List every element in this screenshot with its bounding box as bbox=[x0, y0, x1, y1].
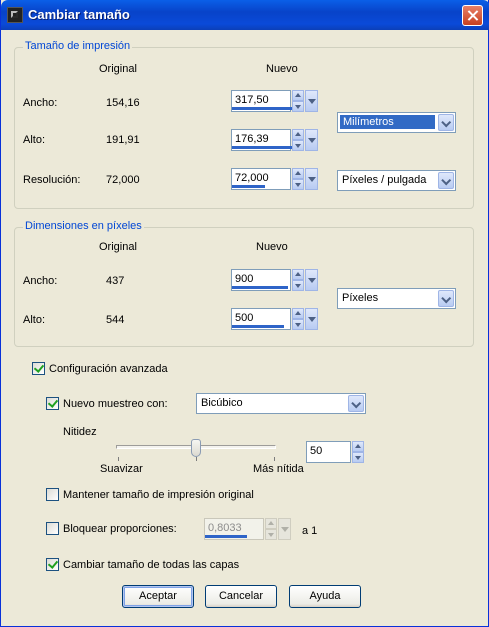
resolution-spinner[interactable]: 72,000 bbox=[231, 168, 321, 192]
resolution-unit-select[interactable]: Píxeles / pulgada bbox=[337, 170, 456, 191]
pixel-unit-value: Píxeles bbox=[342, 292, 379, 304]
print-unit-value: Milímetros bbox=[340, 115, 435, 129]
resize-dialog: Cambiar tamaño Tamaño de impresión Origi… bbox=[0, 0, 489, 627]
resize-all-layers-checkbox[interactable]: Cambiar tamaño de todas las capas bbox=[46, 558, 239, 571]
ratio-suffix: a 1 bbox=[302, 525, 318, 537]
chevron-down-icon[interactable] bbox=[348, 395, 364, 412]
sharpness-slider-thumb[interactable] bbox=[191, 439, 201, 457]
pixel-unit-select[interactable]: Píxeles bbox=[337, 288, 456, 309]
dialog-title: Cambiar tamaño bbox=[28, 7, 130, 22]
pixel-width-label: Ancho: bbox=[23, 275, 58, 287]
increment-icon[interactable] bbox=[292, 168, 304, 179]
pixel-dimensions-group-label: Dimensiones en píxeles bbox=[23, 220, 144, 232]
cancel-button[interactable]: Cancelar bbox=[205, 585, 277, 608]
pixel-height-spinner[interactable]: 500 bbox=[231, 308, 321, 332]
ratio-level-bar bbox=[205, 535, 247, 538]
pixel-col-new: Nuevo bbox=[256, 241, 288, 253]
print-col-original: Original bbox=[99, 63, 137, 75]
print-height-spinner[interactable]: 176,39 bbox=[231, 129, 321, 153]
chevron-down-icon[interactable] bbox=[305, 168, 318, 190]
help-button[interactable]: Ayuda bbox=[289, 585, 361, 608]
print-width-label: Ancho: bbox=[23, 97, 58, 109]
chevron-down-icon[interactable] bbox=[278, 518, 291, 540]
increment-icon[interactable] bbox=[292, 308, 304, 319]
increment-icon[interactable] bbox=[292, 269, 304, 280]
print-unit-select[interactable]: Milímetros bbox=[337, 112, 456, 133]
chevron-down-icon[interactable] bbox=[305, 90, 318, 112]
advanced-settings-label: Configuración avanzada bbox=[49, 362, 168, 375]
chevron-down-icon[interactable] bbox=[305, 269, 318, 291]
print-height-level-bar bbox=[232, 146, 295, 149]
resolution-unit-value: Píxeles / pulgada bbox=[342, 174, 427, 186]
sharpness-label: Nitidez bbox=[63, 426, 97, 438]
chevron-down-icon[interactable] bbox=[438, 114, 454, 131]
increment-icon[interactable] bbox=[292, 90, 304, 101]
decrement-icon[interactable] bbox=[292, 280, 304, 291]
sharpness-input[interactable]: 50 bbox=[306, 441, 351, 463]
keep-print-size-label: Mantener tamaño de impresión original bbox=[63, 488, 254, 501]
keep-print-size-checkbox[interactable]: Mantener tamaño de impresión original bbox=[46, 488, 254, 501]
resample-checkbox[interactable]: Nuevo muestreo con: bbox=[46, 397, 168, 410]
pixel-col-original: Original bbox=[99, 241, 137, 253]
pixel-height-level-bar bbox=[232, 325, 284, 328]
checkbox-icon[interactable] bbox=[46, 522, 59, 535]
sharpness-spinner[interactable]: 50 bbox=[306, 441, 366, 465]
checkbox-icon[interactable] bbox=[46, 488, 59, 501]
slider-tick bbox=[118, 457, 119, 461]
title-bar[interactable]: Cambiar tamaño bbox=[1, 0, 489, 30]
smooth-label: Suavizar bbox=[100, 463, 143, 475]
resize-all-layers-label: Cambiar tamaño de todas las capas bbox=[63, 558, 240, 571]
ratio-spinner[interactable]: 0,8033 bbox=[204, 518, 294, 542]
pixel-height-original: 544 bbox=[106, 314, 125, 326]
pixel-width-level-bar bbox=[232, 286, 288, 289]
print-width-level-bar bbox=[232, 107, 298, 110]
lock-ratio-label: Bloquear proporciones: bbox=[63, 522, 177, 535]
increment-icon[interactable] bbox=[292, 129, 304, 140]
advanced-settings-checkbox[interactable]: Configuración avanzada bbox=[32, 362, 168, 375]
decrement-icon[interactable] bbox=[292, 319, 304, 330]
lock-ratio-checkbox[interactable]: Bloquear proporciones: bbox=[46, 522, 177, 535]
print-height-original: 191,91 bbox=[106, 134, 140, 146]
print-width-spinner[interactable]: 317,50 bbox=[231, 90, 321, 114]
check-icon[interactable] bbox=[46, 397, 59, 410]
slider-tick bbox=[274, 457, 275, 461]
chevron-down-icon[interactable] bbox=[438, 172, 454, 189]
resample-method-value: Bicúbico bbox=[201, 397, 243, 409]
resample-method-select[interactable]: Bicúbico bbox=[196, 393, 366, 414]
chevron-down-icon[interactable] bbox=[305, 129, 318, 151]
resample-label: Nuevo muestreo con: bbox=[63, 397, 168, 410]
decrement-icon[interactable] bbox=[352, 452, 364, 463]
slider-tick bbox=[196, 457, 197, 461]
ok-button[interactable]: Aceptar bbox=[122, 585, 194, 608]
increment-icon[interactable] bbox=[352, 441, 364, 452]
print-width-original: 154,16 bbox=[106, 97, 140, 109]
increment-icon[interactable] bbox=[265, 518, 277, 529]
check-icon[interactable] bbox=[32, 362, 45, 375]
pixel-width-spinner[interactable]: 900 bbox=[231, 269, 321, 293]
print-height-label: Alto: bbox=[23, 134, 46, 146]
sharper-label: Más nítida bbox=[253, 463, 304, 475]
pixel-width-original: 437 bbox=[106, 275, 125, 287]
print-col-new: Nuevo bbox=[266, 63, 298, 75]
chevron-down-icon[interactable] bbox=[438, 290, 454, 307]
resolution-label: Resolución: bbox=[23, 174, 81, 186]
app-icon bbox=[7, 7, 23, 23]
close-icon[interactable] bbox=[462, 5, 483, 26]
decrement-icon[interactable] bbox=[292, 101, 304, 112]
print-size-group-label: Tamaño de impresión bbox=[23, 40, 133, 52]
decrement-icon[interactable] bbox=[265, 529, 277, 540]
resolution-level-bar bbox=[232, 185, 265, 188]
pixel-height-label: Alto: bbox=[23, 314, 46, 326]
decrement-icon[interactable] bbox=[292, 140, 304, 151]
chevron-down-icon[interactable] bbox=[305, 308, 318, 330]
decrement-icon[interactable] bbox=[292, 179, 304, 190]
check-icon[interactable] bbox=[46, 558, 59, 571]
resolution-original: 72,000 bbox=[106, 174, 140, 186]
